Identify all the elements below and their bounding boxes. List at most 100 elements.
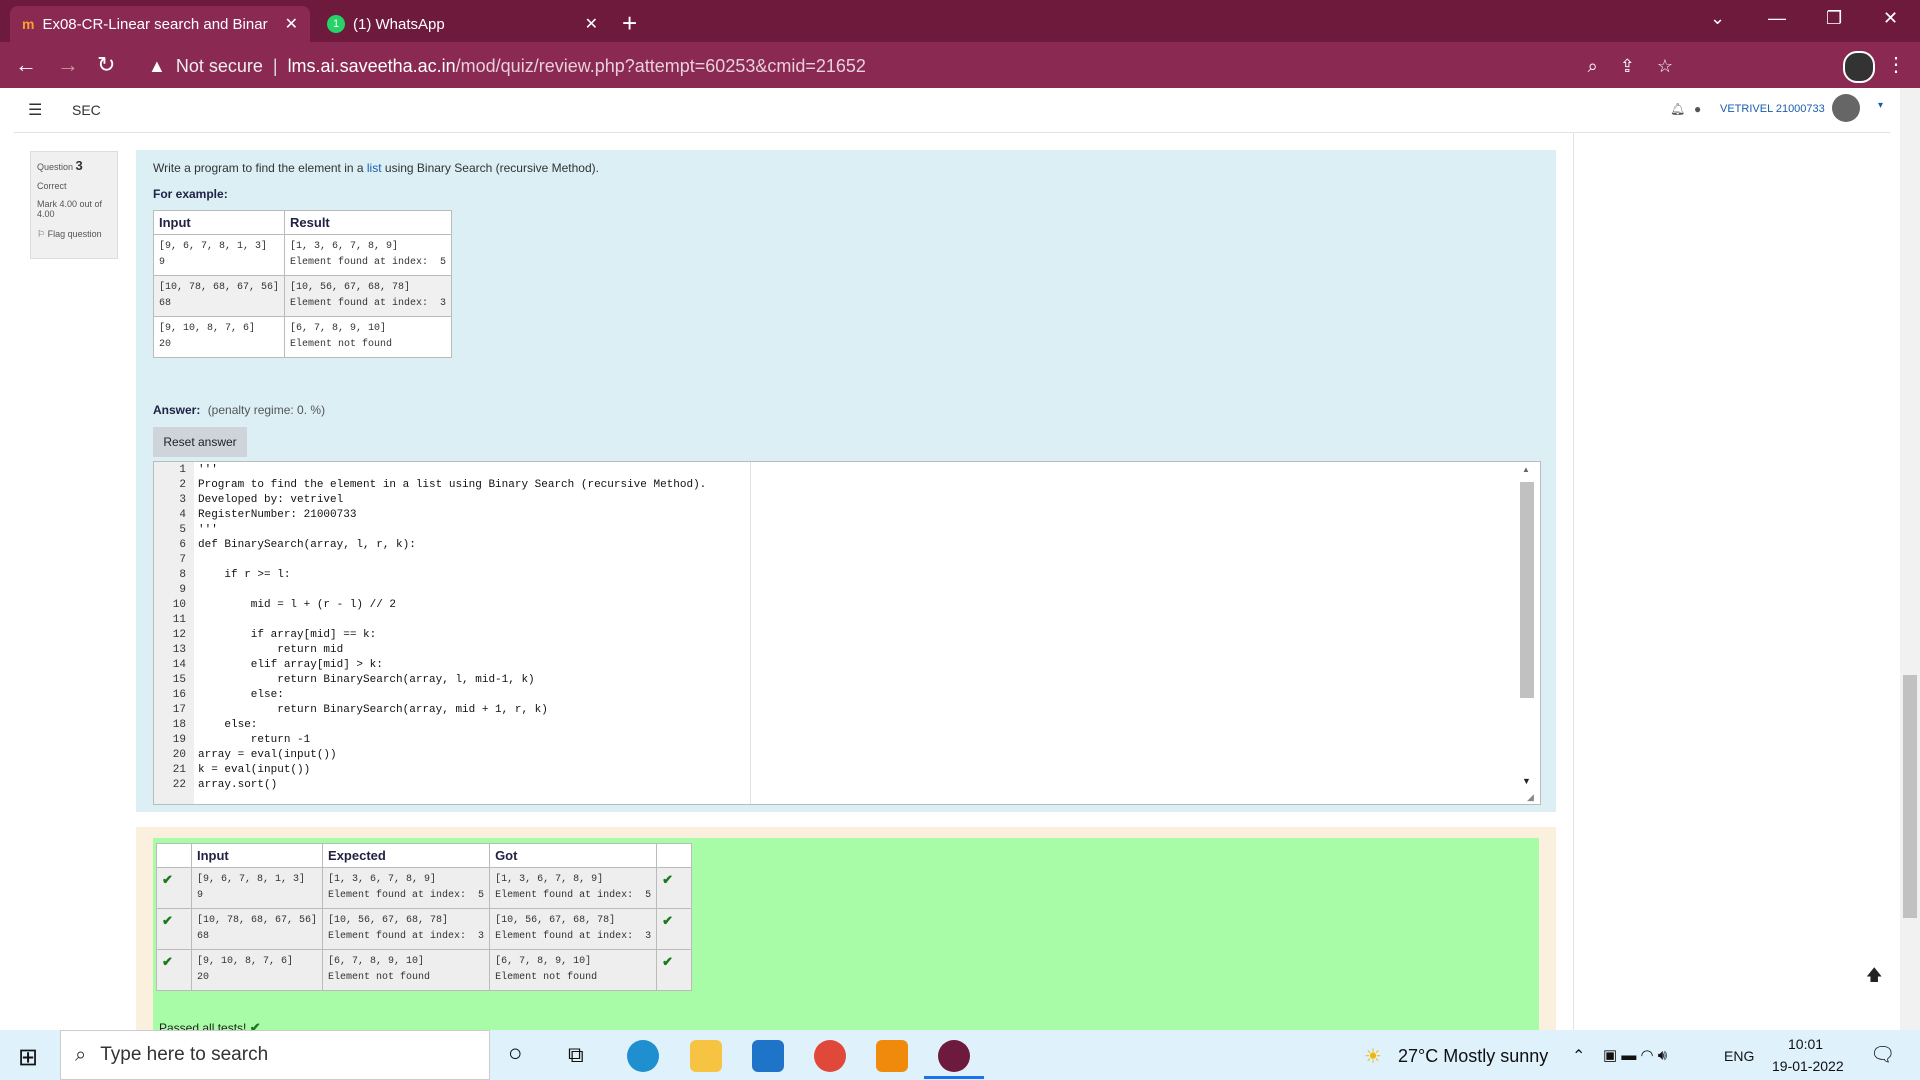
editor-scrollbar-thumb[interactable] <box>1520 482 1534 698</box>
close-tab-icon[interactable]: ✕ <box>285 14 298 34</box>
chrome-profile-icon[interactable] <box>938 1040 970 1072</box>
result-input: [10, 78, 68, 67, 56] 68 <box>190 908 324 950</box>
reload-icon[interactable]: ↻ <box>97 52 115 78</box>
taskbar-search[interactable]: ⌕ Type here to search <box>60 1030 490 1080</box>
code-line[interactable]: Developed by: vetrivel <box>198 494 343 509</box>
code-line[interactable]: ''' <box>198 464 218 479</box>
zoom-icon[interactable]: ⌕ <box>1588 56 1598 77</box>
code-line[interactable]: mid = l + (r - l) // 2 <box>198 599 396 614</box>
language-indicator[interactable]: ENG <box>1724 1048 1754 1064</box>
profile-avatar[interactable] <box>1843 51 1875 83</box>
flag-question-link[interactable]: ⚐ Flag question <box>37 229 111 240</box>
browser-menu-icon[interactable]: ⋮ <box>1886 52 1906 77</box>
url-field[interactable]: ▲ Not secure | lms.ai.saveetha.ac.in /mo… <box>138 50 1683 82</box>
user-menu-caret-icon[interactable]: ▾ <box>1878 100 1883 111</box>
share-icon[interactable]: ⇪ <box>1620 56 1635 77</box>
example-table: Input Result [9, 6, 7, 8, 1, 3] 9 [1, 3,… <box>152 210 453 358</box>
question-mark: Mark 4.00 out of 4.00 <box>37 199 103 219</box>
check-icon: ✔ <box>156 867 192 909</box>
penalty-text: (penalty regime: 0. %) <box>207 403 326 417</box>
line-number: 4 <box>179 509 186 521</box>
answer-header: Answer: (penalty regime: 0. %) <box>153 403 325 417</box>
test-results: Input Expected Got ✔ [9, 6, 7, 8, 1, 3] … <box>153 838 1539 1040</box>
check-icon: ✔ <box>156 908 192 950</box>
table-row: ✔ [9, 6, 7, 8, 1, 3] 9 [1, 3, 6, 7, 8, 9… <box>156 867 693 909</box>
code-line[interactable]: if r >= l: <box>198 569 290 584</box>
new-tab-button[interactable]: + <box>622 8 637 39</box>
line-number: 13 <box>172 644 186 656</box>
page-scrollbar-thumb[interactable] <box>1903 675 1917 918</box>
clock-time[interactable]: 10:01 <box>1788 1036 1823 1052</box>
clock-date[interactable]: 19-01-2022 <box>1772 1058 1844 1074</box>
scroll-up-icon[interactable]: ▲ <box>1522 465 1530 474</box>
col-header: Input <box>152 210 286 235</box>
close-window-button[interactable]: ✕ <box>1883 8 1898 29</box>
restore-button[interactable]: ❐ <box>1826 8 1842 29</box>
search-placeholder: Type here to search <box>100 1044 269 1065</box>
tab-whatsapp[interactable]: 1 (1) WhatsApp ✕ <box>315 6 610 42</box>
file-explorer-icon[interactable] <box>690 1040 722 1072</box>
task-view-icon[interactable]: ⧉ <box>568 1042 584 1068</box>
whatsapp-icon: 1 <box>327 15 345 33</box>
code-line[interactable]: RegisterNumber: 21000733 <box>198 509 356 524</box>
example-input: [9, 6, 7, 8, 1, 3] 9 <box>152 234 286 276</box>
code-line[interactable]: return mid <box>198 644 343 659</box>
tab-search-icon[interactable]: ⌄ <box>1710 8 1725 29</box>
close-tab-icon[interactable]: ✕ <box>585 14 598 34</box>
code-line[interactable]: else: <box>198 689 284 704</box>
scroll-down-icon[interactable]: ▼ <box>1522 776 1531 786</box>
forward-icon[interactable]: → <box>57 52 79 78</box>
cortana-icon[interactable]: ○ <box>508 1040 523 1068</box>
table-row: [9, 10, 8, 7, 6] 20 [6, 7, 8, 9, 10] Ele… <box>152 316 453 358</box>
minimize-button[interactable]: — <box>1768 8 1786 29</box>
tab-quiz[interactable]: m Ex08-CR-Linear search and Binar ✕ <box>10 6 310 42</box>
tray-chevron-icon[interactable]: ⌃ <box>1572 1046 1585 1066</box>
page-scrollbar[interactable] <box>1900 88 1920 1030</box>
code-line[interactable]: array.sort() <box>198 779 277 794</box>
example-input: [9, 10, 8, 7, 6] 20 <box>152 316 286 358</box>
chrome-icon[interactable] <box>814 1040 846 1072</box>
back-to-top-icon[interactable]: 🡅 <box>1866 964 1882 991</box>
bookmark-star-icon[interactable]: ☆ <box>1657 56 1673 77</box>
user-name[interactable]: VETRIVEL 21000733 <box>1720 103 1825 115</box>
code-line[interactable]: return -1 <box>198 734 310 749</box>
code-line[interactable]: def BinarySearch(array, l, r, k): <box>198 539 416 554</box>
question-state: Correct <box>37 181 67 191</box>
weather-text[interactable]: 27°C Mostly sunny <box>1398 1046 1548 1067</box>
tab-title: Ex08-CR-Linear search and Binar <box>42 15 268 33</box>
example-result: [1, 3, 6, 7, 8, 9] Element found at inde… <box>284 234 453 276</box>
windows-start-icon[interactable]: ⊞ <box>18 1043 38 1072</box>
active-app-indicator <box>924 1076 984 1079</box>
notification-bell-icon[interactable]: 🔔︎ <box>1670 102 1685 116</box>
back-icon[interactable]: ← <box>15 52 37 78</box>
example-result: [6, 7, 8, 9, 10] Element not found <box>284 316 453 358</box>
notifications-icon[interactable]: 🗨︎ <box>1870 1042 1895 1067</box>
list-link[interactable]: list <box>367 161 382 175</box>
code-line[interactable]: else: <box>198 719 257 734</box>
search-icon: ⌕ <box>75 1043 87 1066</box>
messages-icon[interactable]: ● <box>1694 102 1701 116</box>
reset-answer-button[interactable]: Reset answer <box>153 427 247 457</box>
code-line[interactable]: return BinarySearch(array, l, mid-1, k) <box>198 674 534 689</box>
code-line[interactable]: k = eval(input()) <box>198 764 310 779</box>
site-name[interactable]: SEC <box>72 102 101 118</box>
vlc-icon[interactable] <box>876 1040 908 1072</box>
tray-icons[interactable]: ▣ ▬ ◠ 🔊︎ <box>1603 1046 1667 1064</box>
code-line[interactable]: elif array[mid] > k: <box>198 659 383 674</box>
resize-handle-icon[interactable]: ◢ <box>1527 792 1534 803</box>
question-number: 3 <box>75 158 83 173</box>
code-line[interactable]: array = eval(input()) <box>198 749 337 764</box>
code-line[interactable]: Program to find the element in a list us… <box>198 479 706 494</box>
result-got: [6, 7, 8, 9, 10] Element not found <box>489 949 658 991</box>
code-line[interactable]: return BinarySearch(array, mid + 1, r, k… <box>198 704 548 719</box>
mail-icon[interactable] <box>752 1040 784 1072</box>
edge-icon[interactable] <box>627 1040 659 1072</box>
col-header: Expected <box>322 843 491 868</box>
hamburger-menu-icon[interactable]: ☰ <box>28 100 42 120</box>
code-line[interactable]: ''' <box>198 524 218 539</box>
warning-icon: ▲ <box>148 55 166 76</box>
code-editor[interactable]: 1 ''' 2 Program to find the element in a li… <box>153 461 1541 805</box>
user-avatar[interactable] <box>1832 94 1860 122</box>
code-line[interactable]: if array[mid] == k: <box>198 629 376 644</box>
line-number: 20 <box>172 749 186 761</box>
